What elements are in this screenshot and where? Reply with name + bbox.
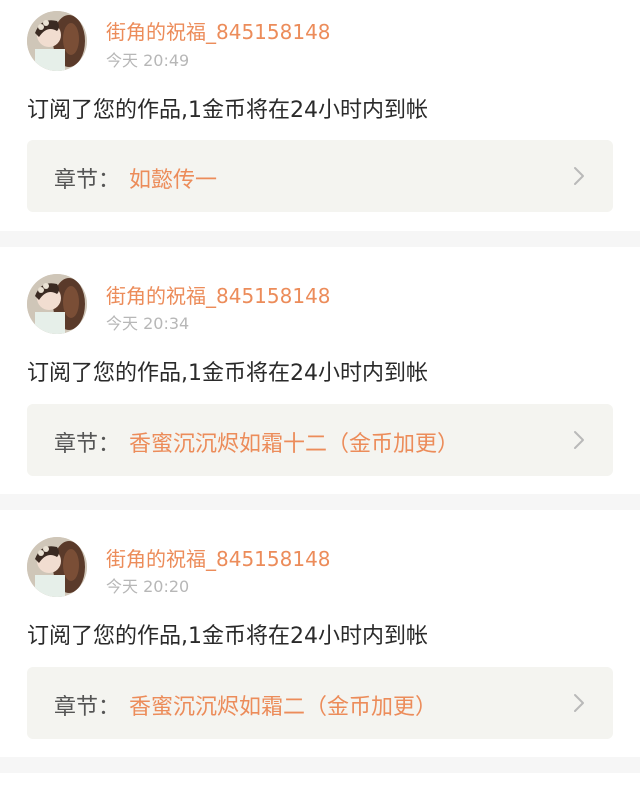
notification-message: 订阅了您的作品,1金币将在24小时内到帐 bbox=[27, 624, 428, 649]
chapter-link[interactable]: 章节： 如懿传一 bbox=[27, 140, 613, 212]
avatar[interactable] bbox=[27, 537, 87, 597]
notification-message: 订阅了您的作品,1金币将在24小时内到帐 bbox=[27, 98, 428, 123]
avatar[interactable] bbox=[27, 11, 87, 71]
chevron-right-icon bbox=[574, 431, 584, 449]
notification-feed: 街角的祝福_845158148 今天 20:49 订阅了您的作品,1金币将在24… bbox=[0, 0, 640, 787]
username[interactable]: 街角的祝福_845158148 bbox=[106, 280, 331, 309]
avatar-image bbox=[27, 537, 87, 597]
notification-card: 街角的祝福_845158148 今天 20:34 订阅了您的作品,1金币将在24… bbox=[0, 247, 640, 494]
notification-message: 订阅了您的作品,1金币将在24小时内到帐 bbox=[27, 361, 428, 386]
avatar-image bbox=[27, 11, 87, 71]
timestamp: 今天 20:20 bbox=[106, 577, 190, 596]
chapter-title: 如懿传一 bbox=[129, 168, 218, 193]
chapter-label: 章节： bbox=[54, 695, 121, 720]
chapter-label: 章节： bbox=[54, 432, 121, 457]
chapter-label: 章节： bbox=[54, 168, 121, 193]
username[interactable]: 街角的祝福_845158148 bbox=[106, 543, 331, 572]
chapter-link[interactable]: 章节： 香蜜沉沉烬如霜二（金币加更） bbox=[27, 667, 613, 739]
chevron-right-icon bbox=[574, 167, 584, 185]
timestamp: 今天 20:34 bbox=[106, 314, 190, 333]
avatar[interactable] bbox=[27, 274, 87, 334]
notification-card-partial bbox=[0, 773, 640, 787]
chapter-title: 香蜜沉沉烬如霜二（金币加更） bbox=[129, 695, 438, 720]
username[interactable]: 街角的祝福_845158148 bbox=[106, 16, 331, 45]
chapter-title: 香蜜沉沉烬如霜十二（金币加更） bbox=[129, 432, 460, 457]
avatar-image bbox=[27, 274, 87, 334]
chevron-right-icon bbox=[574, 694, 584, 712]
timestamp: 今天 20:49 bbox=[106, 51, 190, 70]
notification-card: 街角的祝福_845158148 今天 20:20 订阅了您的作品,1金币将在24… bbox=[0, 510, 640, 757]
notification-card: 街角的祝福_845158148 今天 20:49 订阅了您的作品,1金币将在24… bbox=[0, 0, 640, 231]
chapter-link[interactable]: 章节： 香蜜沉沉烬如霜十二（金币加更） bbox=[27, 404, 613, 476]
